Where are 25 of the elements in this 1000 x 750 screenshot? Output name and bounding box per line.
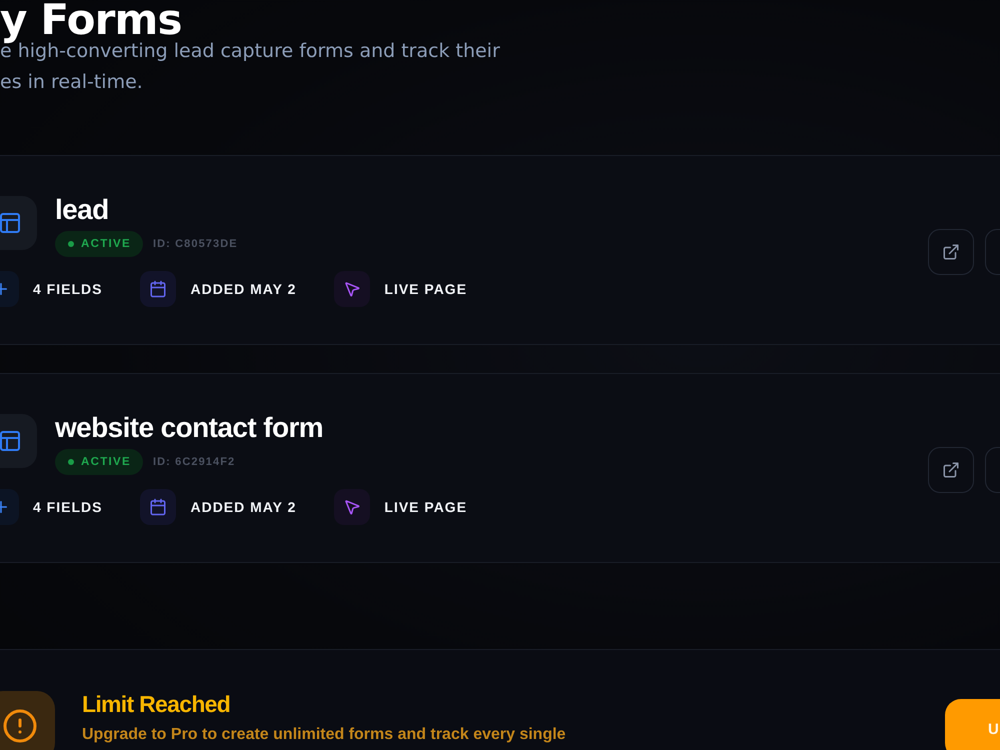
external-link-icon: [942, 460, 960, 478]
external-link-icon: [942, 242, 960, 260]
stat-label: LIVE PAGE: [384, 499, 468, 515]
form-id: ID: C80573DE: [152, 238, 238, 250]
status-badge: ACTIVE: [55, 449, 143, 475]
open-link-button[interactable]: [928, 228, 974, 274]
status-badge: ACTIVE: [55, 231, 143, 257]
pointer-icon: [334, 271, 370, 307]
notice-title: Limit Reached: [82, 691, 230, 717]
form-name: website contact form: [55, 412, 324, 444]
form-id: ID: 6C2914F2: [152, 456, 236, 468]
pointer-icon: [334, 489, 370, 525]
notice-message: Upgrade to Pro to create unlimited forms and track every single: [82, 725, 566, 745]
stat-label: ADDED MAY 2: [190, 281, 296, 297]
stat-label: 4 FIELDS: [33, 499, 102, 515]
stat-label: LIVE PAGE: [384, 281, 468, 297]
status-dot-icon: [68, 241, 74, 247]
upgrade-button[interactable]: U: [945, 699, 1000, 750]
open-link-button[interactable]: [928, 446, 974, 492]
form-name: lead: [55, 194, 109, 226]
status-dot-icon: [68, 459, 74, 465]
calendar-icon: [140, 489, 176, 525]
stat-label: 4 FIELDS: [33, 281, 102, 297]
stat-label: ADDED MAY 2: [190, 499, 296, 515]
calendar-icon: [140, 271, 176, 307]
